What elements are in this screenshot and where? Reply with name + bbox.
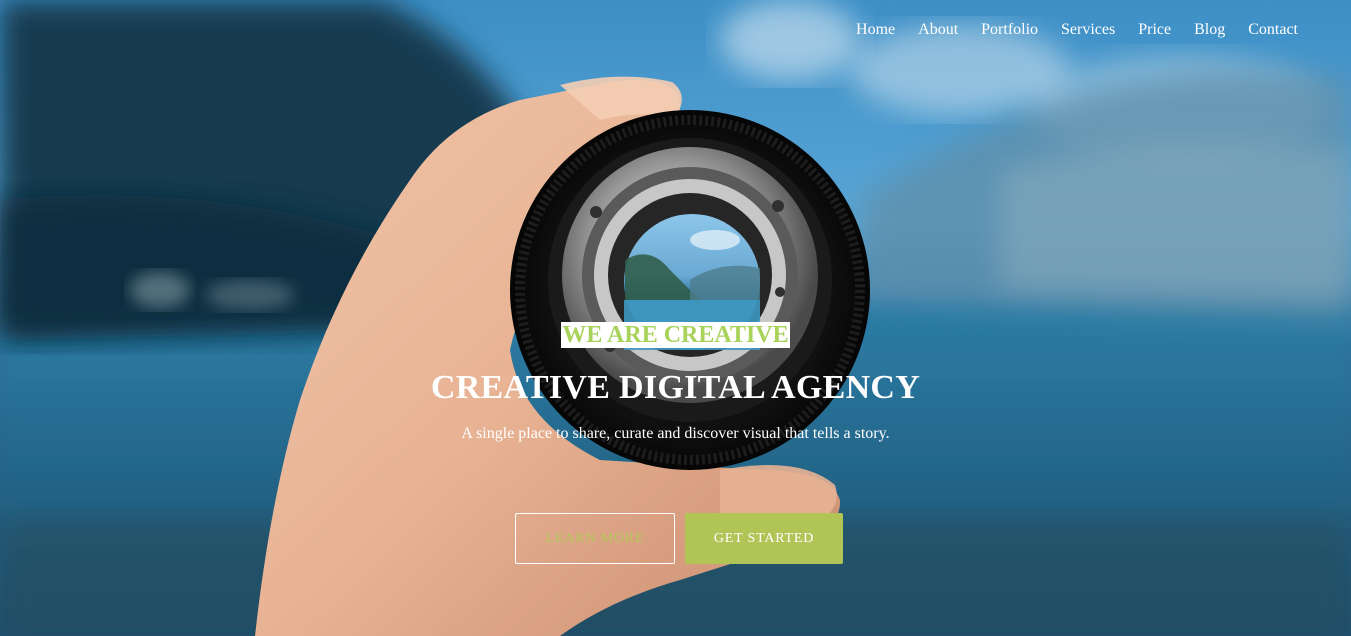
hero-eyebrow-text: WE ARE CREATIVE [561, 322, 790, 348]
learn-more-button[interactable]: LEARN MORE [515, 513, 675, 564]
nav-about-link[interactable]: About [918, 18, 958, 42]
hero-eyebrow: WE ARE CREATIVE [0, 322, 1351, 348]
hero-section: Home About Portfolio Services Price Blog… [0, 0, 1351, 636]
nav-blog-link[interactable]: Blog [1194, 18, 1225, 42]
nav-home-link[interactable]: Home [856, 18, 895, 42]
hero-background-image [0, 0, 1351, 636]
nav-portfolio-link[interactable]: Portfolio [981, 18, 1038, 42]
hero-subline: A single place to share, curate and disc… [461, 425, 890, 442]
get-started-button[interactable]: GET STARTED [685, 513, 843, 564]
hero-headline: CREATIVE DIGITAL AGENCY [430, 369, 921, 406]
nav-price-link[interactable]: Price [1138, 18, 1171, 42]
nav-contact-link[interactable]: Contact [1248, 18, 1298, 42]
nav-services-link[interactable]: Services [1061, 18, 1115, 42]
main-nav: Home About Portfolio Services Price Blog… [833, 18, 1298, 42]
